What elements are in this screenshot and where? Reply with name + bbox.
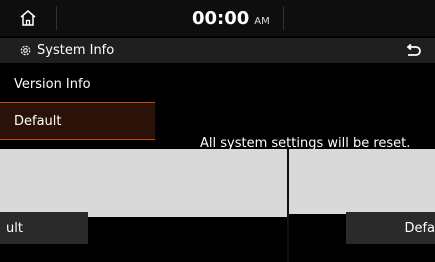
popup-left-button-label: ult (6, 220, 23, 236)
clock-time: 00:00 (192, 7, 250, 29)
title-bar: System Info (0, 38, 435, 63)
status-separator (283, 6, 284, 30)
settings-menu: Version Info Default (0, 66, 155, 140)
default-button[interactable]: Defa (346, 212, 435, 244)
popup-panel-left (0, 149, 287, 217)
page-title: System Info (37, 43, 115, 58)
home-icon (20, 10, 36, 26)
back-button[interactable] (390, 38, 435, 63)
default-button-label: Defa (404, 220, 435, 236)
menu-item-label: Version Info (14, 76, 91, 92)
menu-item-version-info[interactable]: Version Info (0, 66, 155, 103)
menu-item-label: Default (14, 113, 62, 129)
popup-panel-notch (147, 212, 287, 217)
gear-icon (19, 44, 32, 57)
popup-left-button[interactable]: ult (0, 212, 88, 244)
home-button[interactable] (0, 0, 56, 36)
status-bar: 00:00 AM (0, 0, 435, 36)
clock-ampm: AM (254, 15, 270, 27)
back-arrow-icon (406, 43, 421, 56)
popup-panel-right (289, 149, 435, 214)
status-separator (56, 6, 57, 30)
clock: 00:00 AM (192, 0, 270, 36)
menu-item-default[interactable]: Default (0, 103, 155, 140)
